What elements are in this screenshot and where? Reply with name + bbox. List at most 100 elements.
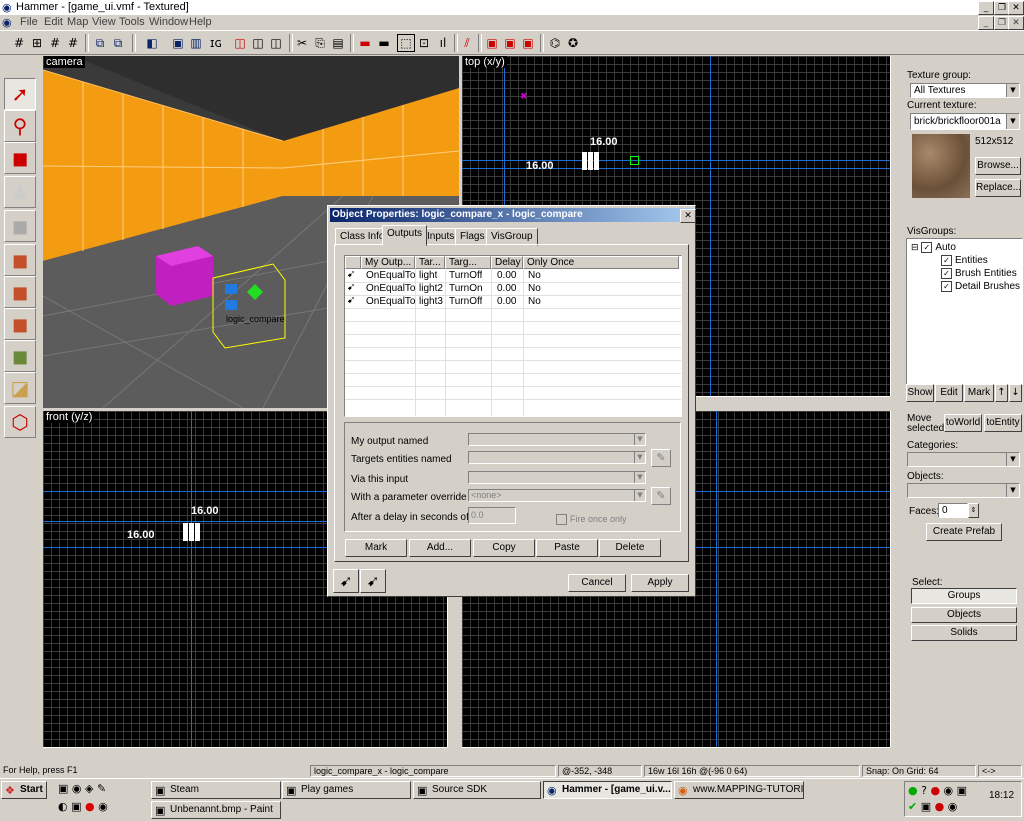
fire-once-checkbox[interactable]: Fire once only bbox=[556, 514, 627, 526]
browse-button[interactable]: Browse... bbox=[975, 157, 1021, 175]
delete-button[interactable]: Delete bbox=[599, 539, 661, 557]
entity-report-icon[interactable]: ▣ bbox=[484, 35, 500, 51]
outputs-view-icon[interactable]: ➹ bbox=[333, 569, 359, 593]
grid-smaller-icon[interactable]: # bbox=[47, 35, 63, 51]
visgroups-tree[interactable]: ⊟ ✓ Auto ✓ Entities ✓ Brush Entities ✓ Detai… bbox=[906, 238, 1023, 385]
show-icon[interactable]: ▣ bbox=[170, 35, 186, 51]
col-my-output[interactable]: My Outp... bbox=[361, 256, 415, 269]
toggle-icon[interactable]: ıl bbox=[435, 35, 451, 51]
selection-tool-icon[interactable]: ➚ bbox=[4, 78, 36, 110]
select-groups-button[interactable]: Groups bbox=[911, 588, 1017, 604]
map-info-icon[interactable]: ▣ bbox=[520, 35, 536, 51]
row2-output[interactable]: OnEqualTo bbox=[366, 283, 415, 294]
overlay-tool-icon[interactable]: ◼ bbox=[4, 340, 36, 372]
visgroup-mark-button[interactable]: Mark bbox=[964, 384, 994, 402]
grid-larger-icon[interactable]: # bbox=[65, 35, 81, 51]
row3-input[interactable]: TurnOff bbox=[449, 296, 482, 307]
row1-target[interactable]: light bbox=[419, 270, 437, 281]
to-entity-button[interactable]: toEntity bbox=[984, 414, 1022, 432]
menu-tools[interactable]: Tools bbox=[119, 16, 145, 28]
menu-map[interactable]: Map bbox=[67, 16, 88, 28]
group-icon[interactable]: ⧉ bbox=[92, 35, 108, 51]
via-input-combo[interactable]: ▼ bbox=[468, 471, 646, 484]
faces-input[interactable]: 0 bbox=[938, 503, 968, 518]
task-steam[interactable]: ▣ Steam bbox=[151, 781, 281, 799]
row3-once[interactable]: No bbox=[528, 296, 541, 307]
replace-button[interactable]: Replace... bbox=[975, 179, 1021, 197]
doc-minimize-icon[interactable]: _ bbox=[978, 16, 994, 30]
row1-input[interactable]: TurnOff bbox=[449, 270, 482, 281]
row2-once[interactable]: No bbox=[528, 283, 541, 294]
texture-lock-icon[interactable]: ɪɢ bbox=[208, 35, 224, 51]
entity-marker-top[interactable] bbox=[582, 152, 600, 170]
tray-icons-2[interactable]: ✔ ▣ ● ◉ bbox=[908, 800, 957, 813]
block-tool-icon[interactable]: ◼ bbox=[4, 210, 36, 242]
to-world-button[interactable]: toWorld bbox=[944, 414, 982, 432]
ungroup-icon[interactable]: ⧉ bbox=[110, 35, 126, 51]
my-output-combo[interactable]: ▼ bbox=[468, 433, 646, 446]
dialog-close-icon[interactable]: ✕ bbox=[680, 209, 696, 223]
col-target-input[interactable]: Targ... bbox=[445, 256, 491, 269]
categories-select[interactable]: ▼ bbox=[907, 452, 1020, 467]
task-paint[interactable]: ▣ Unbenannt.bmp - Paint bbox=[151, 801, 281, 819]
outputs-list[interactable]: My Outp... Tar... Targ... Delay Only Onc… bbox=[344, 255, 682, 417]
row2-delay[interactable]: 0.00 bbox=[497, 283, 516, 294]
visgroup-brush-entities[interactable]: ✓ Brush Entities bbox=[941, 268, 1017, 279]
current-texture-select[interactable]: brick/brickfloor001a ▼ bbox=[910, 113, 1020, 130]
decal-tool-icon[interactable]: ◼ bbox=[4, 308, 36, 340]
task-source-sdk[interactable]: ▣ Source SDK bbox=[413, 781, 541, 799]
col-only-once[interactable]: Only Once bbox=[523, 256, 679, 269]
param-eyedropper-icon[interactable]: ✎ bbox=[651, 487, 671, 505]
row1-delay[interactable]: 0.00 bbox=[497, 270, 516, 281]
visgroup-edit-button[interactable]: Edit bbox=[935, 384, 963, 402]
menu-view[interactable]: View bbox=[92, 16, 116, 28]
task-browser[interactable]: ◉ www.MAPPING-TUTORIA... bbox=[674, 781, 804, 799]
bar-red-icon[interactable]: ▬ bbox=[357, 35, 373, 51]
select-box-icon[interactable]: ⬚ bbox=[397, 34, 415, 52]
paste-button[interactable]: Paste bbox=[536, 539, 598, 557]
row2-target[interactable]: light2 bbox=[419, 283, 443, 294]
col-delay[interactable]: Delay bbox=[491, 256, 523, 269]
doc-close-icon[interactable]: ✕ bbox=[1008, 16, 1024, 30]
paste-icon[interactable]: ▤ bbox=[330, 35, 346, 51]
apply-texture-icon[interactable]: ◼ bbox=[4, 276, 36, 308]
delay-input[interactable]: 0.0 bbox=[468, 507, 516, 524]
texture-group-select[interactable]: All Textures ▼ bbox=[910, 83, 1020, 98]
menu-help[interactable]: Help bbox=[189, 16, 212, 28]
hollow-icon[interactable]: ◫ bbox=[250, 35, 266, 51]
faces-spinner-icon[interactable]: ⇕ bbox=[968, 503, 979, 518]
side-hscroll[interactable] bbox=[462, 747, 890, 760]
task-hammer[interactable]: ◉ Hammer - [game_ui.v... bbox=[543, 781, 672, 799]
row3-output[interactable]: OnEqualTo bbox=[366, 296, 415, 307]
apply-button[interactable]: Apply bbox=[631, 574, 689, 592]
cut-icon[interactable]: ✂ bbox=[294, 35, 310, 51]
row3-target[interactable]: light3 bbox=[419, 296, 443, 307]
start-button[interactable]: ❖ Start bbox=[1, 781, 47, 799]
row2-input[interactable]: TurnOn bbox=[449, 283, 483, 294]
entity-marker-front[interactable] bbox=[183, 523, 201, 541]
top-vscroll[interactable] bbox=[890, 56, 903, 396]
cordon-icon[interactable]: ▥ bbox=[188, 35, 204, 51]
objects-select[interactable]: ▼ bbox=[907, 483, 1020, 498]
clip-icon[interactable]: ◫ bbox=[268, 35, 284, 51]
texture-tool-icon[interactable]: ◼ bbox=[4, 244, 36, 276]
col-target[interactable]: Tar... bbox=[415, 256, 445, 269]
compile-icon[interactable]: ✪ bbox=[565, 35, 581, 51]
visgroup-detail-brushes[interactable]: ✓ Detail Brushes bbox=[941, 281, 1020, 292]
clipping-tool-icon[interactable]: ◪ bbox=[4, 372, 36, 404]
move-up-icon[interactable]: ↑ bbox=[995, 384, 1008, 402]
select-objects-button[interactable]: Objects bbox=[911, 607, 1017, 623]
inputs-view-icon[interactable]: ➹ bbox=[360, 569, 386, 593]
bar-grey-icon[interactable]: ▬ bbox=[376, 35, 392, 51]
grid-3d-icon[interactable]: ⊞ bbox=[29, 35, 45, 51]
minimize-icon[interactable]: _ bbox=[978, 1, 994, 15]
grid-icon[interactable]: # bbox=[11, 35, 27, 51]
move-down-icon[interactable]: ↓ bbox=[1009, 384, 1022, 402]
visgroup-auto[interactable]: ⊟ ✓ Auto bbox=[911, 242, 956, 253]
magnify-tool-icon[interactable]: ⚲ bbox=[4, 110, 36, 142]
select-solids-button[interactable]: Solids bbox=[911, 625, 1017, 641]
eyedropper-icon[interactable]: ✎ bbox=[651, 449, 671, 467]
run-icon[interactable]: ⫽ bbox=[459, 35, 475, 51]
row3-delay[interactable]: 0.00 bbox=[497, 296, 516, 307]
menu-edit[interactable]: Edit bbox=[44, 16, 63, 28]
